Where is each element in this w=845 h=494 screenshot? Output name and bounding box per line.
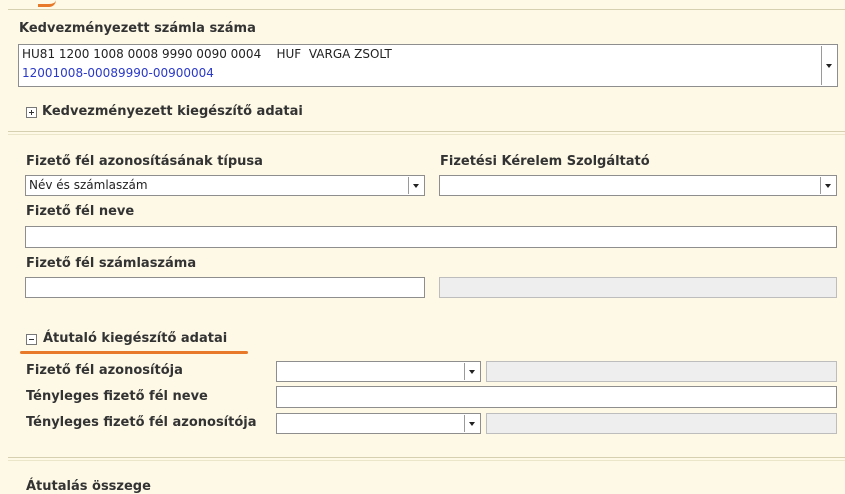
payer-name-input[interactable] bbox=[25, 226, 837, 248]
request-provider-label: Fizetési Kérelem Szolgáltató bbox=[440, 154, 650, 169]
beneficiary-account-select[interactable]: HU81 1200 1008 0008 9990 0090 0004 HUF V… bbox=[18, 44, 838, 87]
divider bbox=[8, 131, 845, 135]
chevron-down-icon[interactable] bbox=[408, 177, 423, 194]
payer-name-label: Fizető fél neve bbox=[26, 204, 135, 219]
actual-payer-id-type-select[interactable] bbox=[276, 413, 481, 434]
request-provider-select[interactable] bbox=[439, 175, 837, 196]
chevron-down-icon[interactable] bbox=[464, 363, 479, 380]
chevron-down-icon[interactable] bbox=[820, 177, 835, 194]
payer-id-type-small-select[interactable] bbox=[276, 361, 481, 382]
payer-id-type-select[interactable]: Név és számlaszám bbox=[25, 175, 425, 196]
payer-account-label: Fizető fél számlaszáma bbox=[26, 256, 197, 271]
transfer-amount-label: Átutalás összege bbox=[26, 479, 151, 494]
beneficiary-account-label: Kedvezményezett számla száma bbox=[19, 21, 256, 36]
actual-payer-name-label: Tényleges fizető fél neve bbox=[26, 389, 208, 404]
beneficiary-extra-toggle-label[interactable]: Kedvezményezett kiegészítő adatai bbox=[42, 104, 303, 119]
payer-id-value-field bbox=[486, 361, 837, 382]
chevron-down-icon[interactable] bbox=[821, 46, 836, 85]
beneficiary-account-line2: 12001008-00089990-00900004 bbox=[22, 66, 214, 80]
payer-account-input[interactable] bbox=[25, 277, 425, 298]
divider bbox=[8, 9, 845, 10]
expand-plus-icon[interactable] bbox=[26, 107, 37, 118]
actual-payer-name-input[interactable] bbox=[276, 386, 837, 408]
collapse-minus-icon[interactable] bbox=[26, 334, 37, 345]
payer-id-type-label: Fizető fél azonosításának típusa bbox=[26, 154, 263, 169]
active-section-underline bbox=[20, 351, 248, 354]
payer-id-label: Fizető fél azonosítója bbox=[26, 363, 183, 378]
actual-payer-id-label: Tényleges fizető fél azonosítója bbox=[26, 415, 257, 430]
actual-payer-id-value-field bbox=[486, 413, 837, 434]
beneficiary-account-line1: HU81 1200 1008 0008 9990 0090 0004 HUF V… bbox=[22, 47, 392, 61]
sender-extra-toggle-label[interactable]: Átutaló kiegészítő adatai bbox=[43, 331, 227, 346]
payer-id-type-value: Név és számlaszám bbox=[29, 178, 148, 192]
payer-account-extra-field bbox=[439, 277, 837, 298]
chevron-down-icon[interactable] bbox=[464, 415, 479, 432]
divider bbox=[8, 457, 845, 461]
top-accent-mark bbox=[38, 0, 56, 7]
